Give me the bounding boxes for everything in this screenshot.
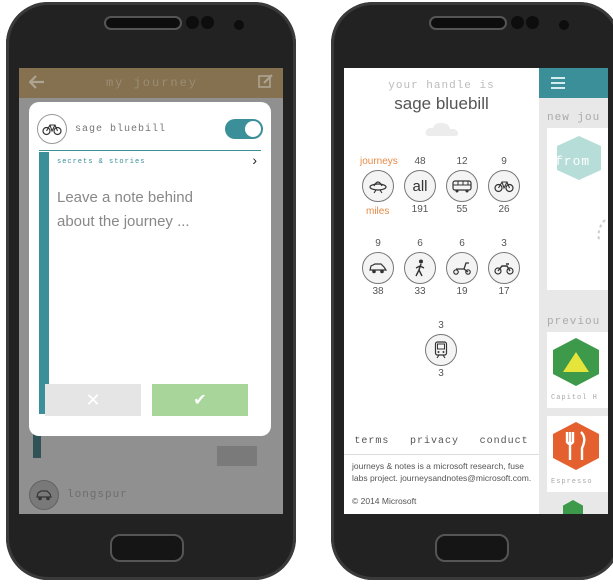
new-journey-text: from — [555, 154, 591, 169]
new-journey-heading: new jou — [547, 112, 601, 124]
previous-journey-name: Capitol H — [551, 394, 598, 402]
terms-link[interactable]: terms — [354, 436, 389, 447]
miles-label: miles — [366, 206, 390, 217]
car-icon — [362, 252, 394, 284]
dialog-header: sage bluebill — [37, 114, 263, 144]
miles-count: 191 — [411, 204, 429, 215]
stat-motorcycle[interactable]: 3 17 — [484, 238, 524, 298]
miles-count: 26 — [498, 204, 510, 215]
left-phone-frame: my journey longspur sage bluebill secret… — [6, 2, 296, 580]
close-icon: ✕ — [85, 389, 101, 410]
note-input[interactable]: Leave a note behind about the journey ..… — [57, 186, 227, 234]
footer-links: terms privacy conduct — [344, 436, 539, 447]
camera — [234, 20, 244, 30]
right-phone-frame: your handle is sage bluebill journeys mi… — [331, 2, 613, 580]
camera — [559, 20, 569, 30]
miles-count: 38 — [372, 286, 384, 297]
motorcycle-icon — [488, 252, 520, 284]
scooter-icon — [446, 252, 478, 284]
chevron-right-icon[interactable]: › — [252, 152, 257, 168]
about-text: journeys & notes is a microsoft research… — [352, 461, 532, 483]
miles-count: 55 — [456, 204, 468, 215]
check-icon: ✔ — [193, 392, 207, 409]
handle-name: sage bluebill — [394, 94, 489, 113]
all-icon: all — [404, 170, 436, 202]
profile-drawer: your handle is sage bluebill journeys mi… — [344, 68, 539, 514]
speaker-grille — [106, 18, 180, 28]
bicycle-icon — [488, 170, 520, 202]
previous-journey-card[interactable]: Capitol H — [547, 332, 608, 408]
journeys-count: 48 — [414, 156, 426, 167]
bicycle-icon — [37, 114, 67, 144]
handle-label: your handle is — [388, 80, 495, 92]
stat-bus[interactable]: 12 55 — [442, 156, 482, 216]
previous-journey-card[interactable]: Espresso — [547, 416, 608, 492]
stat-car[interactable]: 9 38 — [358, 238, 398, 298]
walk-icon — [404, 252, 436, 284]
sensor-dots — [186, 16, 216, 30]
train-icon — [425, 334, 457, 366]
previous-journeys-heading: previou — [547, 316, 601, 328]
confirm-button[interactable]: ✔ — [152, 384, 248, 416]
note-accent-bar — [39, 152, 49, 414]
bus-icon — [446, 170, 478, 202]
cutlery-icon — [553, 422, 599, 470]
left-screen: my journey longspur sage bluebill secret… — [19, 68, 283, 514]
miles-count: 3 — [438, 368, 444, 379]
toggle-knob — [245, 121, 261, 137]
speaker-grille — [431, 18, 505, 28]
new-journey-card[interactable]: from — [547, 128, 608, 290]
note-card: secrets & stories › Leave a note behind … — [39, 152, 263, 414]
stat-scooter[interactable]: 6 19 — [442, 238, 482, 298]
journeys-count: 3 — [438, 320, 444, 331]
main-feed: new jou from previou Capitol H Espresso — [539, 68, 608, 514]
sensor-dots — [511, 16, 541, 30]
previous-journey-card[interactable] — [563, 500, 583, 514]
cancel-button[interactable]: ✕ — [45, 384, 141, 416]
stat-all[interactable]: 48 all 191 — [400, 156, 440, 216]
share-toggle[interactable] — [225, 119, 263, 139]
alien-icon — [362, 170, 394, 202]
miles-count: 17 — [498, 286, 510, 297]
stat-bicycle[interactable]: 9 26 — [484, 156, 524, 216]
stat-alien[interactable] — [358, 156, 398, 204]
category-label[interactable]: secrets & stories — [57, 158, 145, 166]
conduct-link[interactable]: conduct — [480, 436, 529, 447]
right-screen: your handle is sage bluebill journeys mi… — [344, 68, 608, 514]
tent-icon — [553, 338, 599, 386]
journeys-count: 6 — [459, 238, 465, 249]
app-header — [539, 68, 608, 98]
miles-count: 19 — [456, 286, 468, 297]
divider — [344, 454, 539, 455]
all-label: all — [412, 177, 428, 195]
stat-walk[interactable]: 6 33 — [400, 238, 440, 298]
journeys-count: 12 — [456, 156, 468, 167]
journeys-count: 6 — [417, 238, 423, 249]
menu-icon[interactable] — [551, 77, 565, 92]
journeys-count: 9 — [375, 238, 381, 249]
home-button[interactable] — [435, 534, 509, 562]
journeys-count: 3 — [501, 238, 507, 249]
stat-train[interactable]: 3 3 — [421, 320, 461, 380]
cloud-icon — [424, 120, 462, 143]
copyright: © 2014 Microsoft — [352, 496, 417, 506]
journeys-count: 9 — [501, 156, 507, 167]
miles-count: 33 — [414, 286, 426, 297]
home-button[interactable] — [110, 534, 184, 562]
previous-journey-name: Espresso — [551, 478, 593, 486]
privacy-link[interactable]: privacy — [410, 436, 459, 447]
handle-name: sage bluebill — [75, 123, 167, 135]
divider — [39, 150, 261, 151]
